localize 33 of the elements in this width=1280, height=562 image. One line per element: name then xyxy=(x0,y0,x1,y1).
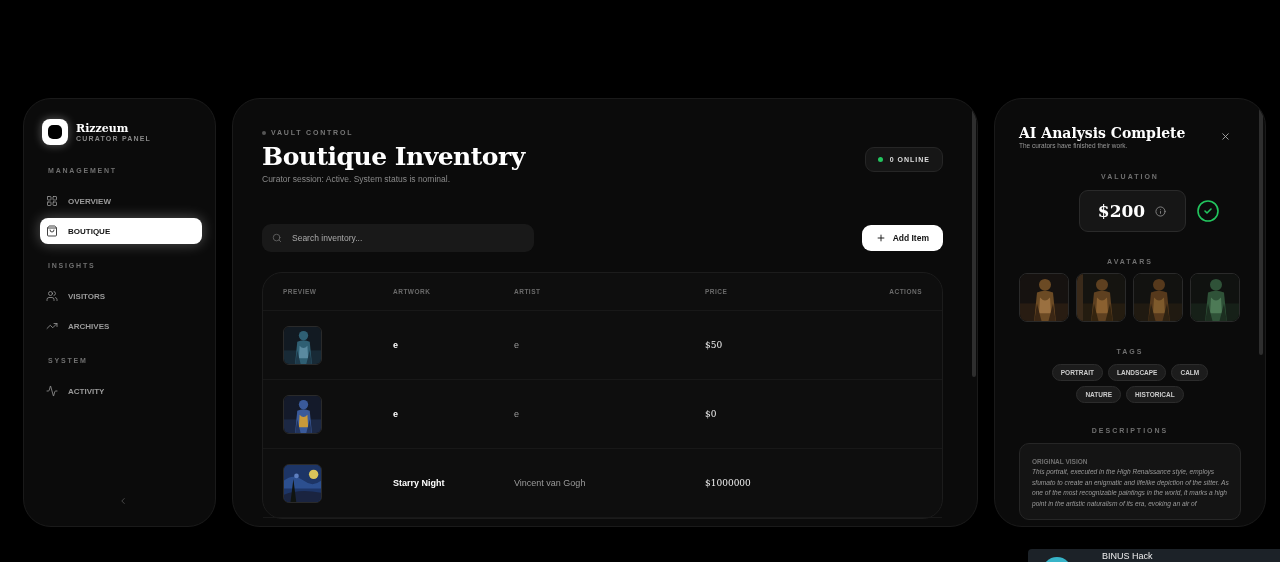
info-icon[interactable] xyxy=(1155,205,1167,217)
nav-icon xyxy=(46,290,58,302)
logo-icon xyxy=(42,119,68,145)
plus-icon xyxy=(875,233,886,243)
nav-icon xyxy=(46,195,58,207)
nav-item[interactable]: ARCHIVES xyxy=(40,313,202,339)
close-button[interactable] xyxy=(1220,131,1231,142)
nav-item[interactable]: OVERVIEW xyxy=(40,188,202,214)
page-title: Boutique Inventory xyxy=(262,142,525,171)
search-icon xyxy=(272,233,282,243)
search-field[interactable]: Search inventory... xyxy=(262,224,534,252)
valuation-value: $200 xyxy=(1097,201,1146,221)
nav-item[interactable]: ACTIVITY xyxy=(40,378,202,404)
price-cell-text: $0 xyxy=(705,409,718,419)
artist-cell-text: e xyxy=(514,340,520,350)
nav-icon xyxy=(46,320,58,332)
page-subtitle: Curator session: Active. System status is nominal. xyxy=(262,174,452,184)
analysis-title: AI Analysis Complete xyxy=(1019,125,1186,141)
artwork-cell-text: e xyxy=(393,409,399,419)
notification-toast[interactable]: BINUS Hack xyxy=(1028,549,1280,562)
artist-cell-text: e xyxy=(514,409,520,419)
price-cell-text: $50 xyxy=(705,340,724,350)
artwork-cell-text: Starry Night xyxy=(393,478,446,488)
nav-item[interactable]: VISITORS xyxy=(40,283,202,309)
nav-icon xyxy=(46,385,58,397)
artwork-cell-text: e xyxy=(393,340,399,350)
price-cell-text: $1000000 xyxy=(705,478,752,488)
add-item-button[interactable]: Add Item xyxy=(861,225,943,251)
nav-icon xyxy=(46,225,58,237)
brand-name: Rizzeum xyxy=(76,122,130,135)
toast-title: BINUS Hack xyxy=(1102,551,1153,561)
nav-item[interactable]: BOUTIQUE xyxy=(40,218,202,244)
artist-cell-text: Vincent van Gogh xyxy=(514,478,587,488)
